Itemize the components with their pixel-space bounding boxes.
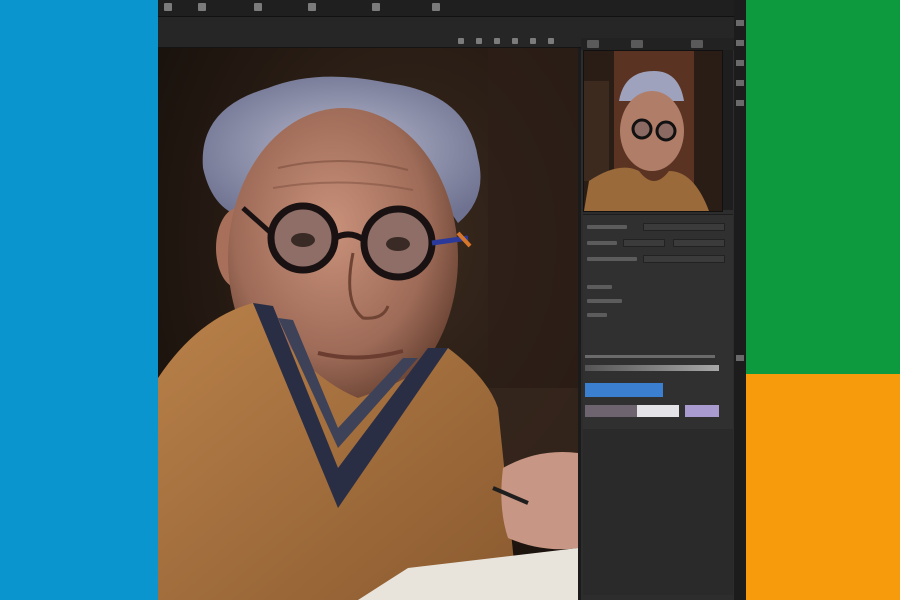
toolbar-icon[interactable] bbox=[736, 100, 744, 106]
align-icon[interactable] bbox=[458, 38, 464, 44]
layers-list-area[interactable] bbox=[583, 429, 733, 595]
right-panel bbox=[581, 38, 746, 600]
navigator-tab-icon[interactable] bbox=[587, 40, 599, 48]
grid-icon[interactable] bbox=[530, 38, 536, 44]
transform-icon[interactable] bbox=[476, 38, 482, 44]
property-label bbox=[587, 285, 612, 289]
property-label bbox=[587, 257, 637, 261]
adjust-icon[interactable] bbox=[308, 3, 316, 11]
toolbar-icon[interactable] bbox=[736, 355, 744, 361]
accent-color-swatch[interactable] bbox=[585, 383, 663, 397]
image-canvas[interactable] bbox=[158, 48, 578, 600]
toolbar-icon[interactable] bbox=[736, 60, 744, 66]
navigator-thumbnail bbox=[584, 51, 722, 211]
panel-tab-strip bbox=[581, 38, 746, 50]
color-swatch-bar[interactable] bbox=[585, 405, 719, 417]
property-field[interactable] bbox=[623, 239, 665, 247]
arrange-icon[interactable] bbox=[494, 38, 500, 44]
image-editor-window bbox=[158, 0, 746, 600]
properties-tab-icon[interactable] bbox=[691, 40, 703, 48]
property-label bbox=[587, 299, 622, 303]
property-label bbox=[587, 241, 617, 245]
toolbar-icon[interactable] bbox=[736, 40, 744, 46]
left-color-block bbox=[0, 0, 158, 600]
property-label bbox=[587, 225, 627, 229]
gray-swatch[interactable] bbox=[585, 405, 637, 417]
right-top-color-block bbox=[746, 0, 900, 374]
white-swatch[interactable] bbox=[637, 405, 679, 417]
toolbar-icon[interactable] bbox=[736, 20, 744, 26]
snap-icon[interactable] bbox=[548, 38, 554, 44]
property-field[interactable] bbox=[643, 255, 725, 263]
opacity-slider[interactable] bbox=[585, 355, 715, 358]
gradient-bar[interactable] bbox=[585, 365, 719, 371]
toolbar-icon[interactable] bbox=[736, 80, 744, 86]
brush-icon[interactable] bbox=[254, 3, 262, 11]
property-label bbox=[587, 313, 607, 317]
view-icon[interactable] bbox=[372, 3, 380, 11]
menu-icon[interactable] bbox=[164, 3, 172, 11]
property-field[interactable] bbox=[673, 239, 725, 247]
panel-scrollbar[interactable] bbox=[723, 50, 733, 210]
tool-icon[interactable] bbox=[198, 3, 206, 11]
navigator-preview[interactable] bbox=[583, 50, 723, 212]
layers-tab-icon[interactable] bbox=[631, 40, 643, 48]
property-field[interactable] bbox=[643, 223, 725, 231]
right-bottom-color-block bbox=[746, 374, 900, 600]
distribute-icon[interactable] bbox=[512, 38, 518, 44]
portrait-painting bbox=[158, 48, 578, 600]
menu-bar bbox=[158, 0, 746, 17]
help-icon[interactable] bbox=[432, 3, 440, 11]
properties-panel bbox=[583, 214, 733, 595]
lilac-swatch[interactable] bbox=[685, 405, 719, 417]
right-toolbar-strip bbox=[734, 0, 746, 600]
